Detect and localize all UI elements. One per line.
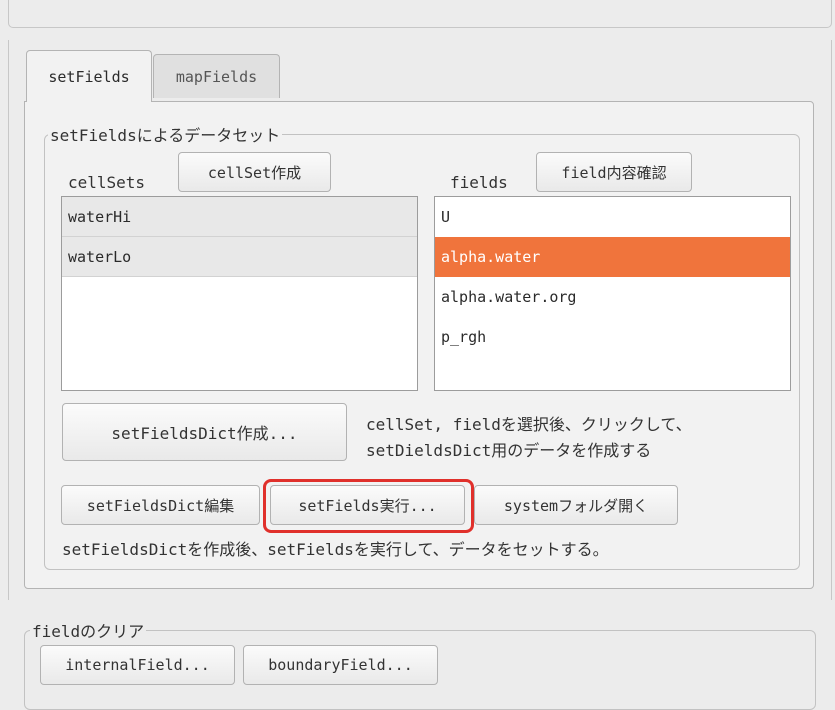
field-item-u[interactable]: U bbox=[435, 197, 790, 237]
edit-setfieldsdict-button[interactable]: setFieldsDict編集 bbox=[61, 485, 260, 525]
open-system-folder-button[interactable]: systemフォルダ開く bbox=[474, 485, 678, 525]
fields-list[interactable]: U alpha.water alpha.water.org p_rgh bbox=[434, 196, 791, 391]
create-dict-description-line1: cellSet, fieldを選択後、クリックして、 bbox=[366, 415, 692, 434]
run-description: setFieldsDictを作成後、setFieldsを実行して、データをセット… bbox=[62, 540, 609, 559]
create-dict-description-line2: setDieldsDict用のデータを作成する bbox=[366, 441, 652, 460]
fields-label: fields bbox=[450, 173, 508, 192]
cellset-create-button[interactable]: cellSet作成 bbox=[178, 152, 331, 192]
run-setfields-button[interactable]: setFields実行... bbox=[270, 485, 465, 525]
tab-mapfields[interactable]: mapFields bbox=[153, 54, 280, 98]
create-dict-description: cellSet, fieldを選択後、クリックして、 setDieldsDict… bbox=[366, 412, 692, 464]
cellsets-label: cellSets bbox=[68, 173, 146, 192]
create-setfieldsdict-button[interactable]: setFieldsDict作成... bbox=[62, 403, 347, 461]
field-item-alpha-water[interactable]: alpha.water bbox=[435, 237, 790, 277]
cellset-item-waterhi[interactable]: waterHi bbox=[62, 197, 417, 237]
setfields-group-title: setFieldsによるデータセット bbox=[48, 122, 283, 146]
top-frame bbox=[8, 0, 832, 28]
cellset-item-waterlo[interactable]: waterLo bbox=[62, 237, 417, 277]
internal-field-button[interactable]: internalField... bbox=[40, 645, 235, 685]
cellsets-list[interactable]: waterHi waterLo bbox=[61, 196, 418, 391]
field-item-p-rgh[interactable]: p_rgh bbox=[435, 317, 790, 357]
clear-group-title: fieldのクリア bbox=[30, 618, 147, 642]
field-item-alpha-water-org[interactable]: alpha.water.org bbox=[435, 277, 790, 317]
boundary-field-button[interactable]: boundaryField... bbox=[243, 645, 438, 685]
field-check-button[interactable]: field内容確認 bbox=[536, 152, 692, 192]
tab-setfields[interactable]: setFields bbox=[26, 50, 152, 102]
